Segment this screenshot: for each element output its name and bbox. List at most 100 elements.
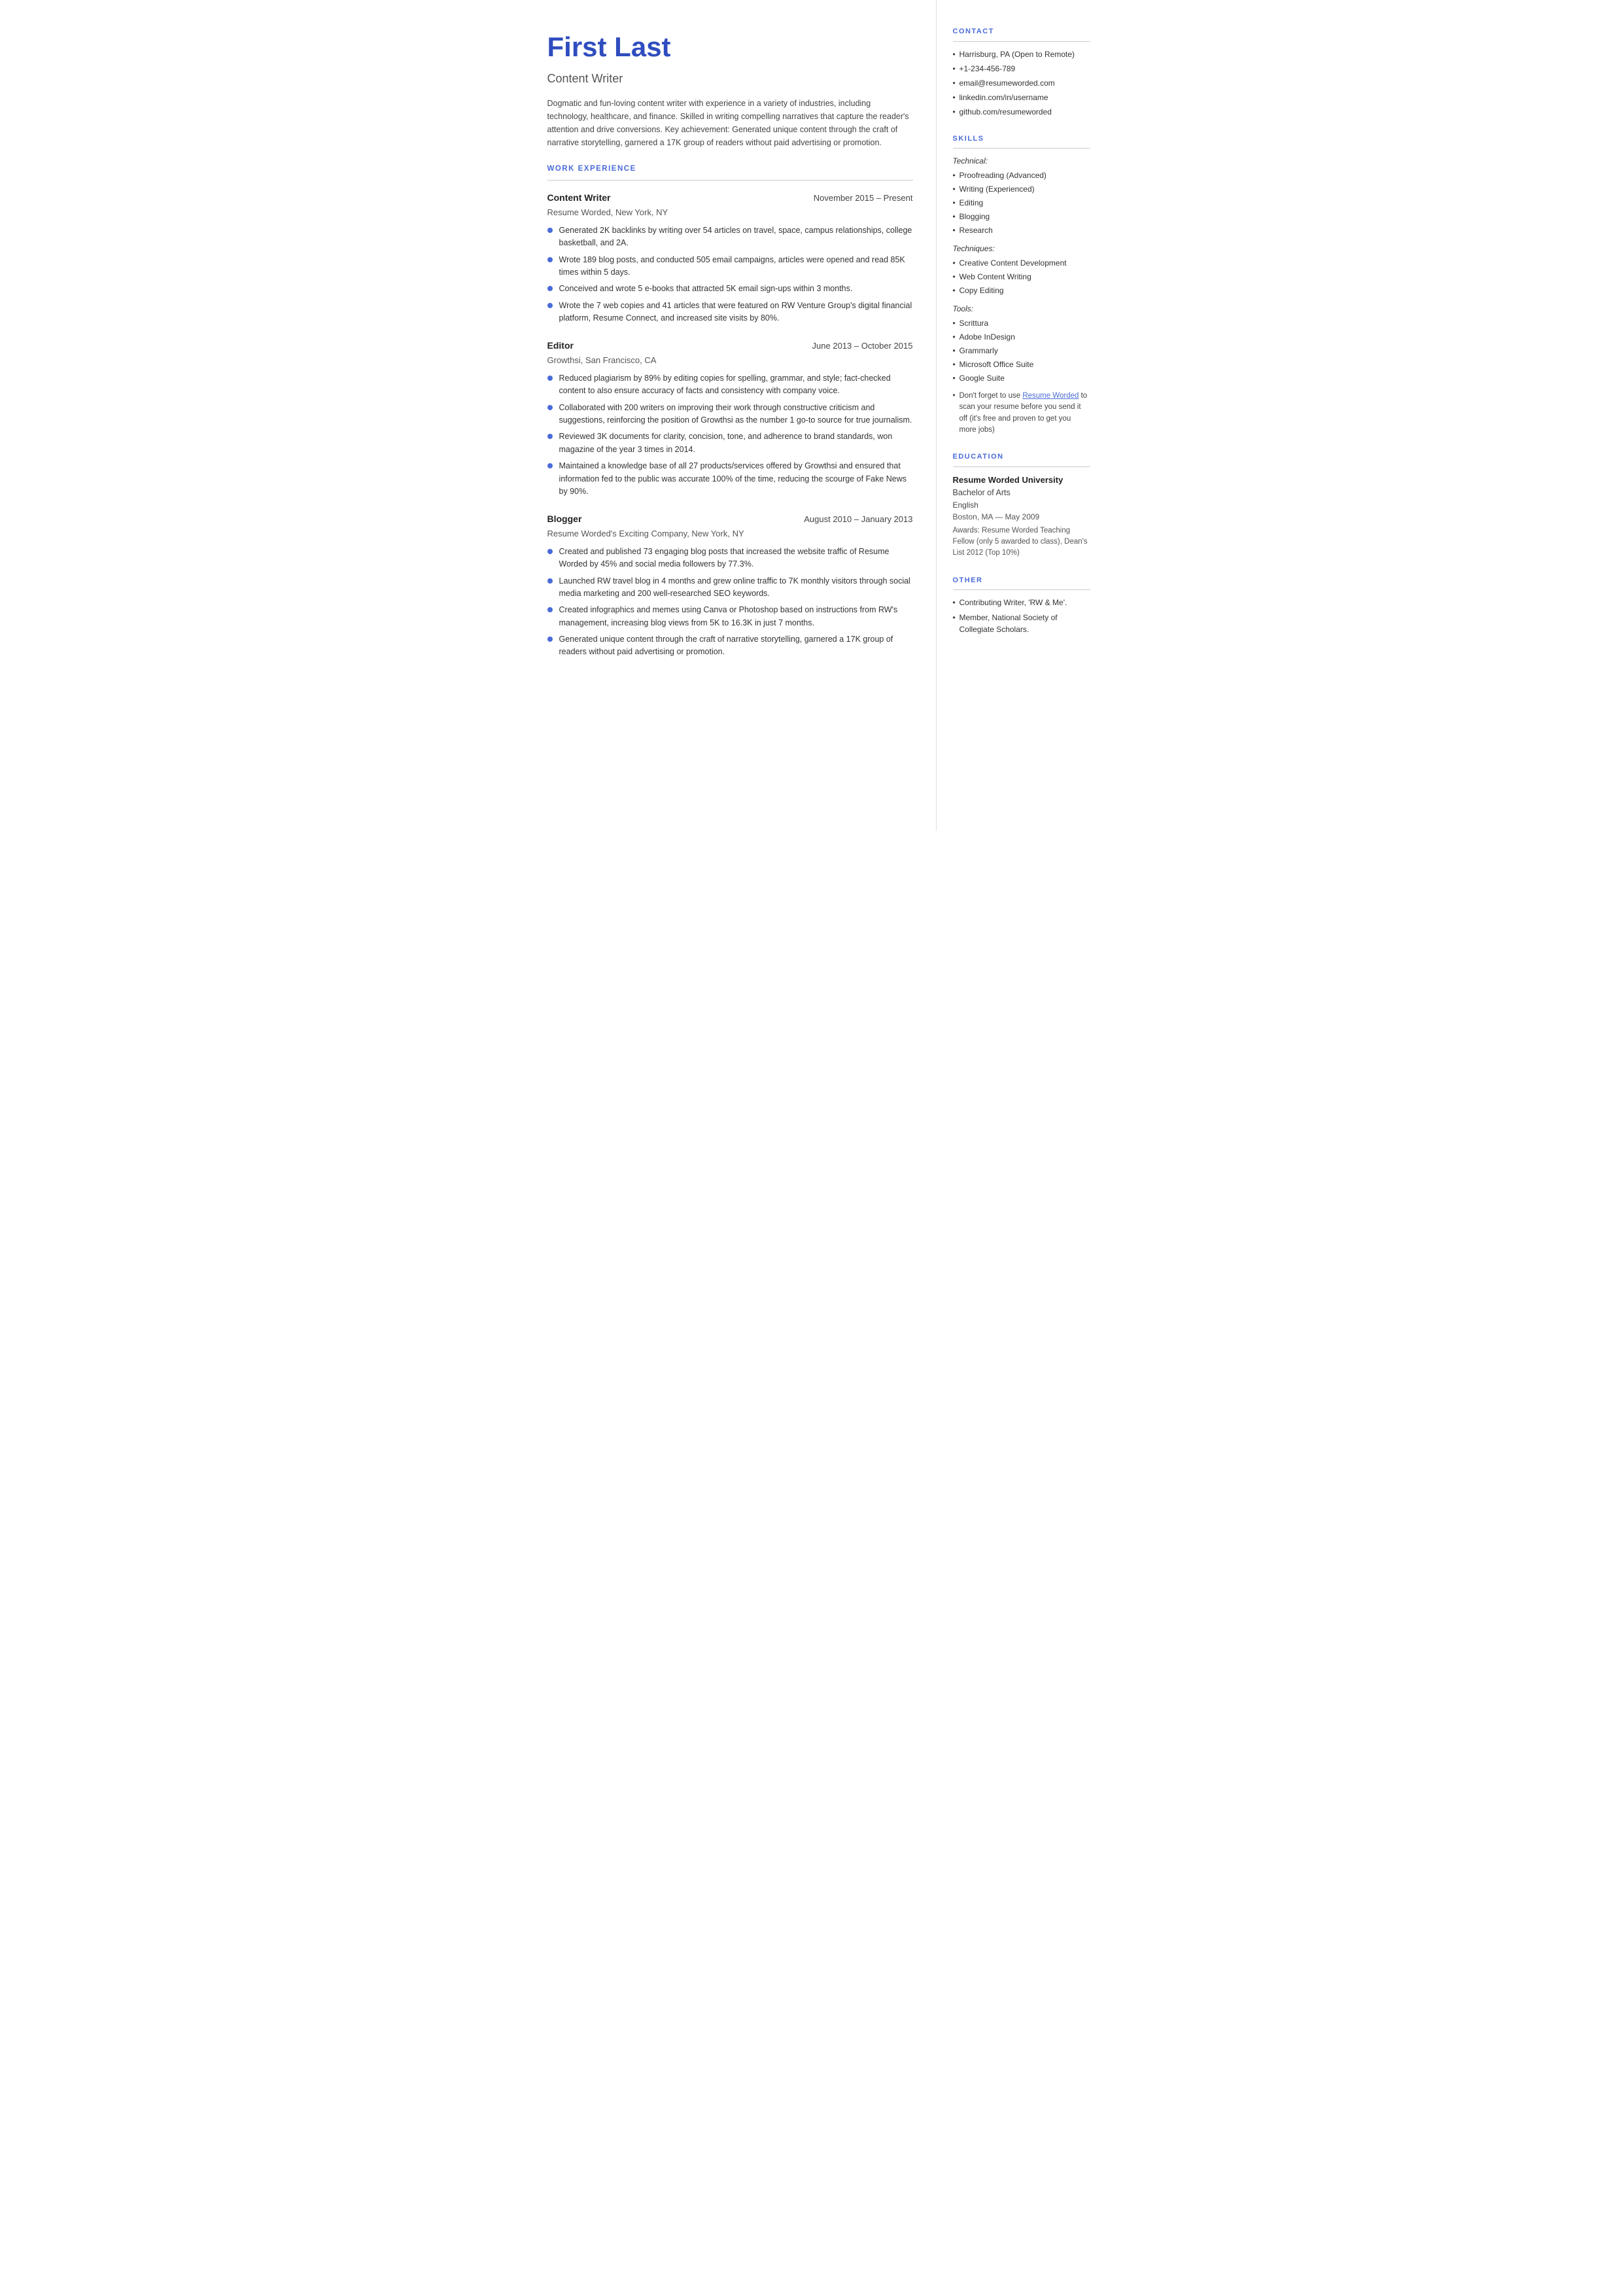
contact-item-4: linkedin.com/in/username <box>953 92 1090 103</box>
bullet-2-3: Reviewed 3K documents for clarity, conci… <box>547 430 913 456</box>
promo-text: Don't forget to use Resume Worded to sca… <box>953 391 1090 436</box>
skill-tech-4: Blogging <box>953 211 1090 222</box>
work-divider <box>547 180 913 181</box>
promo-link[interactable]: Resume Worded <box>1022 392 1079 400</box>
contact-section: CONTACT Harrisburg, PA (Open to Remote) … <box>953 26 1090 118</box>
right-column: CONTACT Harrisburg, PA (Open to Remote) … <box>937 0 1107 831</box>
skills-divider <box>953 148 1090 149</box>
job-title: Content Writer <box>547 70 913 88</box>
contact-item-5: github.com/resumeworded <box>953 106 1090 118</box>
edu-location: Boston, MA — May 2009 <box>953 511 1090 523</box>
contact-item-3: email@resumeworded.com <box>953 77 1090 89</box>
job-header-1: Content Writer November 2015 – Present <box>547 191 913 205</box>
skills-section: SKILLS Technical: Proofreading (Advanced… <box>953 133 1090 436</box>
bullet-2-2: Collaborated with 200 writers on improvi… <box>547 402 913 427</box>
bullet-3-4: Generated unique content through the cra… <box>547 633 913 659</box>
bullet-1-3: Conceived and wrote 5 e-books that attra… <box>547 283 913 295</box>
job-title-1: Content Writer <box>547 191 611 205</box>
left-column: First Last Content Writer Dogmatic and f… <box>518 0 937 831</box>
bullet-dot <box>547 578 553 584</box>
bullet-dot <box>547 434 553 439</box>
edu-block: Resume Worded University Bachelor of Art… <box>953 474 1090 559</box>
other-list: Contributing Writer, 'RW & Me'. Member, … <box>953 597 1090 635</box>
contact-item-2: +1-234-456-789 <box>953 63 1090 75</box>
job-block-1: Content Writer November 2015 – Present R… <box>547 191 913 324</box>
skill-tech-3: Copy Editing <box>953 285 1090 296</box>
bullet-1-4: Wrote the 7 web copies and 41 articles t… <box>547 300 913 325</box>
education-section: EDUCATION Resume Worded University Bache… <box>953 451 1090 559</box>
bullet-1-2: Wrote 189 blog posts, and conducted 505 … <box>547 254 913 279</box>
job-header-3: Blogger August 2010 – January 2013 <box>547 512 913 526</box>
job-title-3: Blogger <box>547 512 582 526</box>
bullet-dot <box>547 376 553 381</box>
job-bullets-1: Generated 2K backlinks by writing over 5… <box>547 224 913 325</box>
bullet-3-2: Launched RW travel blog in 4 months and … <box>547 575 913 601</box>
skill-tool-1: Scrittura <box>953 317 1090 329</box>
bullet-dot <box>547 257 553 262</box>
work-experience-title: WORK EXPERIENCE <box>547 164 913 175</box>
job-bullets-2: Reduced plagiarism by 89% by editing cop… <box>547 372 913 498</box>
skills-technical-label: Technical: <box>953 155 1090 167</box>
contact-divider <box>953 41 1090 42</box>
job-bullets-3: Created and published 73 engaging blog p… <box>547 546 913 659</box>
job-dates-1: November 2015 – Present <box>814 192 913 205</box>
bullet-dot <box>547 463 553 468</box>
skills-technical-category: Technical: Proofreading (Advanced) Writi… <box>953 155 1090 236</box>
skills-tools-list: Scrittura Adobe InDesign Grammarly Micro… <box>953 317 1090 384</box>
bullet-2-4: Maintained a knowledge base of all 27 pr… <box>547 460 913 498</box>
skill-tech-2: Writing (Experienced) <box>953 183 1090 195</box>
skills-techniques-category: Techniques: Creative Content Development… <box>953 243 1090 296</box>
job-company-1: Resume Worded, New York, NY <box>547 206 913 219</box>
job-block-2: Editor June 2013 – October 2015 Growthsi… <box>547 339 913 498</box>
skill-tech-1: Creative Content Development <box>953 257 1090 269</box>
job-header-2: Editor June 2013 – October 2015 <box>547 339 913 353</box>
job-title-2: Editor <box>547 339 574 353</box>
job-company-3: Resume Worded's Exciting Company, New Yo… <box>547 527 913 540</box>
skills-technical-list: Proofreading (Advanced) Writing (Experie… <box>953 169 1090 236</box>
education-divider <box>953 466 1090 467</box>
skills-tools-label: Tools: <box>953 303 1090 315</box>
bullet-dot <box>547 303 553 308</box>
promo-before: Don't forget to use <box>959 392 1023 400</box>
bullet-dot <box>547 607 553 612</box>
skill-tech-2: Web Content Writing <box>953 271 1090 283</box>
bullet-dot <box>547 228 553 233</box>
other-item-2: Member, National Society of Collegiate S… <box>953 612 1090 635</box>
name: First Last <box>547 26 913 67</box>
bullet-dot <box>547 286 553 291</box>
job-dates-3: August 2010 – January 2013 <box>804 513 912 526</box>
contact-title: CONTACT <box>953 26 1090 37</box>
skills-techniques-list: Creative Content Development Web Content… <box>953 257 1090 296</box>
skill-tool-2: Adobe InDesign <box>953 331 1090 343</box>
skill-tech-3: Editing <box>953 197 1090 209</box>
job-dates-2: June 2013 – October 2015 <box>812 340 913 353</box>
skill-tool-5: Google Suite <box>953 372 1090 384</box>
other-divider <box>953 589 1090 590</box>
skill-tool-4: Microsoft Office Suite <box>953 359 1090 370</box>
bullet-dot <box>547 405 553 410</box>
bullet-1-1: Generated 2K backlinks by writing over 5… <box>547 224 913 250</box>
edu-school: Resume Worded University <box>953 474 1090 487</box>
skill-tool-3: Grammarly <box>953 345 1090 357</box>
job-company-2: Growthsi, San Francisco, CA <box>547 354 913 367</box>
edu-degree: Bachelor of Arts <box>953 487 1090 499</box>
bullet-dot <box>547 637 553 642</box>
other-item-1: Contributing Writer, 'RW & Me'. <box>953 597 1090 608</box>
resume-page: First Last Content Writer Dogmatic and f… <box>518 0 1107 831</box>
skill-tech-1: Proofreading (Advanced) <box>953 169 1090 181</box>
bullet-3-1: Created and published 73 engaging blog p… <box>547 546 913 571</box>
contact-item-1: Harrisburg, PA (Open to Remote) <box>953 48 1090 60</box>
summary: Dogmatic and fun-loving content writer w… <box>547 97 913 149</box>
skills-techniques-label: Techniques: <box>953 243 1090 254</box>
job-block-3: Blogger August 2010 – January 2013 Resum… <box>547 512 913 659</box>
skills-title: SKILLS <box>953 133 1090 145</box>
edu-field: English <box>953 499 1090 511</box>
skills-tools-category: Tools: Scrittura Adobe InDesign Grammarl… <box>953 303 1090 384</box>
bullet-2-1: Reduced plagiarism by 89% by editing cop… <box>547 372 913 398</box>
other-title: OTHER <box>953 575 1090 586</box>
bullet-dot <box>547 549 553 554</box>
bullet-3-3: Created infographics and memes using Can… <box>547 604 913 629</box>
contact-list: Harrisburg, PA (Open to Remote) +1-234-4… <box>953 48 1090 118</box>
edu-awards: Awards: Resume Worded Teaching Fellow (o… <box>953 525 1090 559</box>
skill-tech-5: Research <box>953 224 1090 236</box>
